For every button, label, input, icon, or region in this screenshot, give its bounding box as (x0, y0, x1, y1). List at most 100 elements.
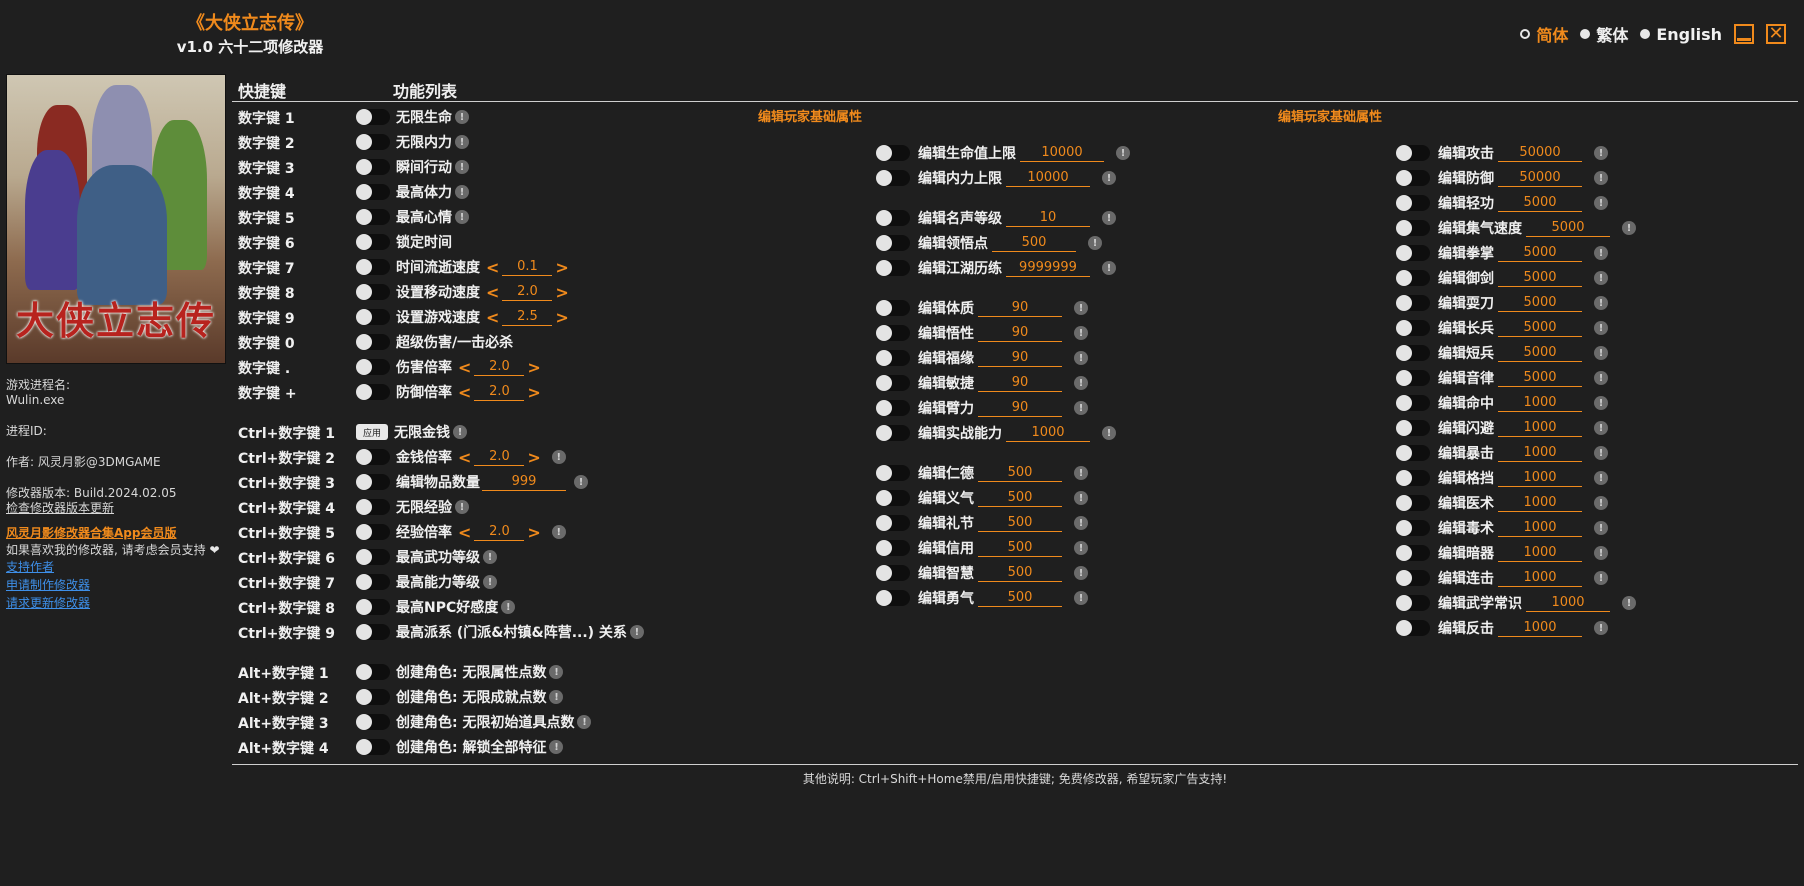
toggle-switch[interactable] (876, 375, 910, 391)
attr-value-input[interactable]: 5000 (1498, 295, 1582, 312)
support-author-link[interactable]: 支持作者 (6, 558, 228, 576)
attr-value-input[interactable]: 500 (978, 565, 1062, 582)
toggle-switch[interactable] (1396, 620, 1430, 636)
info-icon[interactable]: ! (1594, 471, 1608, 485)
attr-value-input[interactable]: 1000 (1498, 620, 1582, 637)
lang-option-traditional[interactable]: 繁体 (1580, 22, 1628, 46)
decrease-arrow-icon[interactable]: < (458, 358, 471, 377)
info-icon[interactable]: ! (455, 160, 469, 174)
toggle-switch[interactable] (1396, 195, 1430, 211)
decrease-arrow-icon[interactable]: < (458, 448, 471, 467)
toggle-switch[interactable] (1396, 595, 1430, 611)
toggle-switch[interactable] (876, 565, 910, 581)
toggle-switch[interactable] (356, 209, 390, 225)
toggle-switch[interactable] (1396, 495, 1430, 511)
close-button[interactable]: ✕ (1766, 24, 1786, 44)
toggle-switch[interactable] (876, 325, 910, 341)
minimize-button[interactable] (1734, 24, 1754, 44)
info-icon[interactable]: ! (1594, 271, 1608, 285)
increase-arrow-icon[interactable]: > (527, 523, 540, 542)
decrease-arrow-icon[interactable]: < (458, 523, 471, 542)
info-icon[interactable]: ! (1594, 421, 1608, 435)
info-icon[interactable]: ! (1074, 491, 1088, 505)
toggle-switch[interactable] (1396, 420, 1430, 436)
toggle-switch[interactable] (356, 109, 390, 125)
info-icon[interactable]: ! (549, 665, 564, 679)
info-icon[interactable]: ! (1594, 371, 1608, 385)
value-input[interactable]: 2.0 (474, 384, 525, 401)
toggle-switch[interactable] (876, 300, 910, 316)
toggle-switch[interactable] (1396, 395, 1430, 411)
increase-arrow-icon[interactable]: > (527, 358, 540, 377)
info-icon[interactable]: ! (483, 575, 497, 589)
info-icon[interactable]: ! (1594, 146, 1608, 160)
info-icon[interactable]: ! (1074, 376, 1088, 390)
toggle-switch[interactable] (876, 590, 910, 606)
toggle-switch[interactable] (1396, 470, 1430, 486)
attr-value-input[interactable]: 5000 (1498, 370, 1582, 387)
info-icon[interactable]: ! (1622, 596, 1636, 610)
info-icon[interactable]: ! (1622, 221, 1636, 235)
info-icon[interactable]: ! (455, 500, 469, 514)
lang-option-simplified[interactable]: 简体 (1520, 22, 1568, 46)
toggle-switch[interactable] (1396, 245, 1430, 261)
toggle-switch[interactable] (356, 284, 390, 300)
attr-value-input[interactable]: 1000 (1498, 470, 1582, 487)
toggle-switch[interactable] (876, 400, 910, 416)
toggle-switch[interactable] (1396, 570, 1430, 586)
attr-value-input[interactable]: 90 (978, 375, 1062, 392)
attr-value-input[interactable]: 5000 (1498, 345, 1582, 362)
request-update-link[interactable]: 请求更新修改器 (6, 594, 228, 612)
info-icon[interactable]: ! (455, 210, 469, 224)
info-icon[interactable]: ! (1074, 541, 1088, 555)
attr-value-input[interactable]: 500 (978, 490, 1062, 507)
info-icon[interactable]: ! (551, 525, 566, 539)
attr-value-input[interactable]: 1000 (1498, 445, 1582, 462)
toggle-switch[interactable] (356, 714, 390, 730)
info-icon[interactable]: ! (1594, 521, 1608, 535)
toggle-switch[interactable] (356, 664, 390, 680)
attr-value-input[interactable]: 500 (978, 515, 1062, 532)
toggle-switch[interactable] (356, 474, 390, 490)
toggle-switch[interactable] (356, 499, 390, 515)
attr-value-input[interactable]: 90 (978, 325, 1062, 342)
attr-value-input[interactable]: 1000 (1498, 520, 1582, 537)
toggle-switch[interactable] (1396, 145, 1430, 161)
info-icon[interactable]: ! (1594, 546, 1608, 560)
check-update-link[interactable]: 检查修改器版本更新 (6, 501, 228, 516)
info-icon[interactable]: ! (1074, 566, 1088, 580)
toggle-switch[interactable] (876, 350, 910, 366)
toggle-switch[interactable] (356, 184, 390, 200)
attr-value-input[interactable]: 5000 (1526, 220, 1610, 237)
info-icon[interactable]: ! (1594, 296, 1608, 310)
value-input[interactable]: 2.0 (474, 524, 525, 541)
toggle-switch[interactable] (876, 145, 910, 161)
toggle-switch[interactable] (356, 259, 390, 275)
toggle-switch[interactable] (1396, 545, 1430, 561)
app-member-link[interactable]: 风灵月影修改器合集App会员版 (6, 526, 228, 541)
toggle-switch[interactable] (876, 170, 910, 186)
attr-value-input[interactable]: 1000 (1498, 545, 1582, 562)
info-icon[interactable]: ! (551, 450, 566, 464)
info-icon[interactable]: ! (1594, 571, 1608, 585)
increase-arrow-icon[interactable]: > (527, 448, 540, 467)
toggle-switch[interactable] (356, 524, 390, 540)
increase-arrow-icon[interactable]: > (555, 308, 568, 327)
decrease-arrow-icon[interactable]: < (486, 308, 499, 327)
attr-value-input[interactable]: 10000 (1020, 145, 1104, 162)
attr-value-input[interactable]: 1000 (1498, 570, 1582, 587)
attr-value-input[interactable]: 5000 (1498, 195, 1582, 212)
toggle-switch[interactable] (356, 574, 390, 590)
info-icon[interactable]: ! (1594, 321, 1608, 335)
info-icon[interactable]: ! (483, 550, 497, 564)
decrease-arrow-icon[interactable]: < (486, 283, 499, 302)
info-icon[interactable]: ! (455, 110, 469, 124)
info-icon[interactable]: ! (1594, 346, 1608, 360)
toggle-switch[interactable] (356, 549, 390, 565)
attr-value-input[interactable]: 5000 (1498, 320, 1582, 337)
toggle-switch[interactable] (356, 234, 390, 250)
toggle-switch[interactable] (876, 425, 910, 441)
toggle-switch[interactable] (356, 134, 390, 150)
toggle-switch[interactable] (356, 624, 390, 640)
attr-value-input[interactable]: 500 (992, 235, 1076, 252)
